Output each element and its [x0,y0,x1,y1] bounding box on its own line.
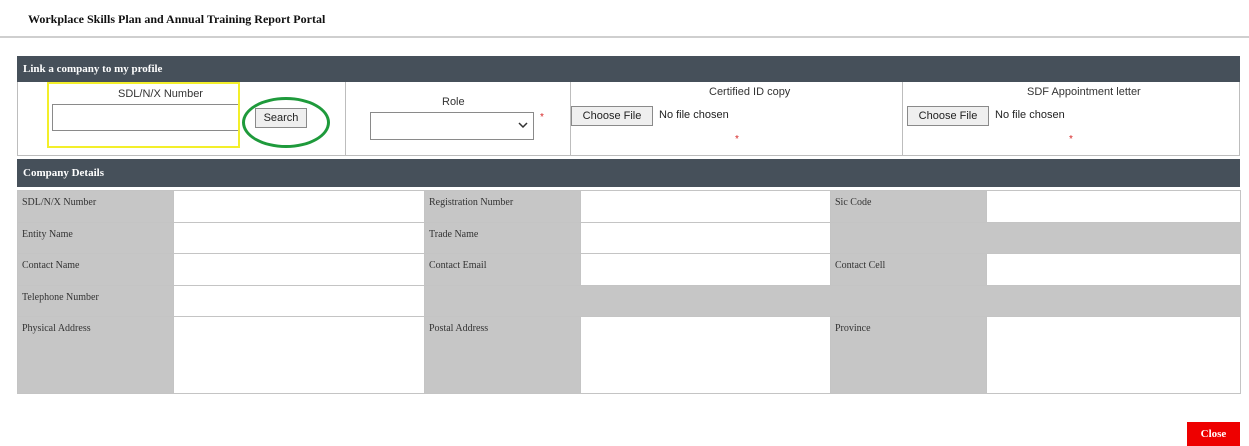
entity-name-value [173,222,425,254]
telephone-number-value [173,285,425,317]
sic-code-value [986,190,1241,223]
table-row: Contact Name Contact Email Contact Cell [17,253,1241,286]
role-required-marker: * [540,112,544,123]
table-row: SDL/N/X Number Registration Number Sic C… [17,190,1241,223]
registration-number-value [580,190,831,223]
company-details-header: Company Details [17,159,1240,187]
contact-cell-value [986,253,1241,286]
table-row: Entity Name Trade Name [17,222,1241,254]
sdf-letter-choose-file-button[interactable]: Choose File [907,106,989,126]
role-select[interactable] [370,112,534,140]
contact-cell-label: Contact Cell [830,253,987,286]
entity-name-label: Entity Name [17,222,174,254]
certified-id-label: Certified ID copy [709,86,791,98]
certified-id-cell: Certified ID copy Choose File No file ch… [571,82,903,155]
page-title: Workplace Skills Plan and Annual Trainin… [28,12,326,26]
table-row: Physical Address Postal Address Province [17,316,1241,394]
role-label: Role [442,96,465,108]
table-row: Telephone Number [17,285,1241,317]
registration-number-label: Registration Number [424,190,581,223]
certified-id-required-marker: * [735,134,739,145]
postal-address-label: Postal Address [424,316,581,394]
contact-name-value [173,253,425,286]
postal-address-value [580,316,831,394]
contact-name-label: Contact Name [17,253,174,286]
physical-address-value [173,316,425,394]
sdf-letter-label: SDF Appointment letter [1027,86,1141,98]
empty-cell [830,222,1241,254]
sic-code-label: Sic Code [830,190,987,223]
trade-name-value [580,222,831,254]
sdf-letter-cell: SDF Appointment letter Choose File No fi… [903,82,1240,155]
trade-name-label: Trade Name [424,222,581,254]
telephone-number-label: Telephone Number [17,285,174,317]
close-button[interactable]: Close [1187,422,1240,446]
link-company-header: Link a company to my profile [17,56,1240,82]
province-value [986,316,1241,394]
province-label: Province [830,316,987,394]
sdf-letter-required-marker: * [1069,134,1073,145]
sdl-highlight-box [47,82,240,148]
certified-id-file-status: No file chosen [659,109,729,121]
sdf-letter-file-status: No file chosen [995,109,1065,121]
sdl-number-label: SDL/N/X Number [17,190,174,223]
certified-id-choose-file-button[interactable]: Choose File [571,106,653,126]
title-divider [0,36,1249,38]
physical-address-label: Physical Address [17,316,174,394]
contact-email-value [580,253,831,286]
role-cell: Role * [346,82,571,155]
company-details-table: SDL/N/X Number Registration Number Sic C… [17,190,1241,394]
chevron-down-icon [518,122,528,129]
search-highlight-circle [242,97,330,148]
contact-email-label: Contact Email [424,253,581,286]
sdl-number-value [173,190,425,223]
empty-cell [424,285,1241,317]
